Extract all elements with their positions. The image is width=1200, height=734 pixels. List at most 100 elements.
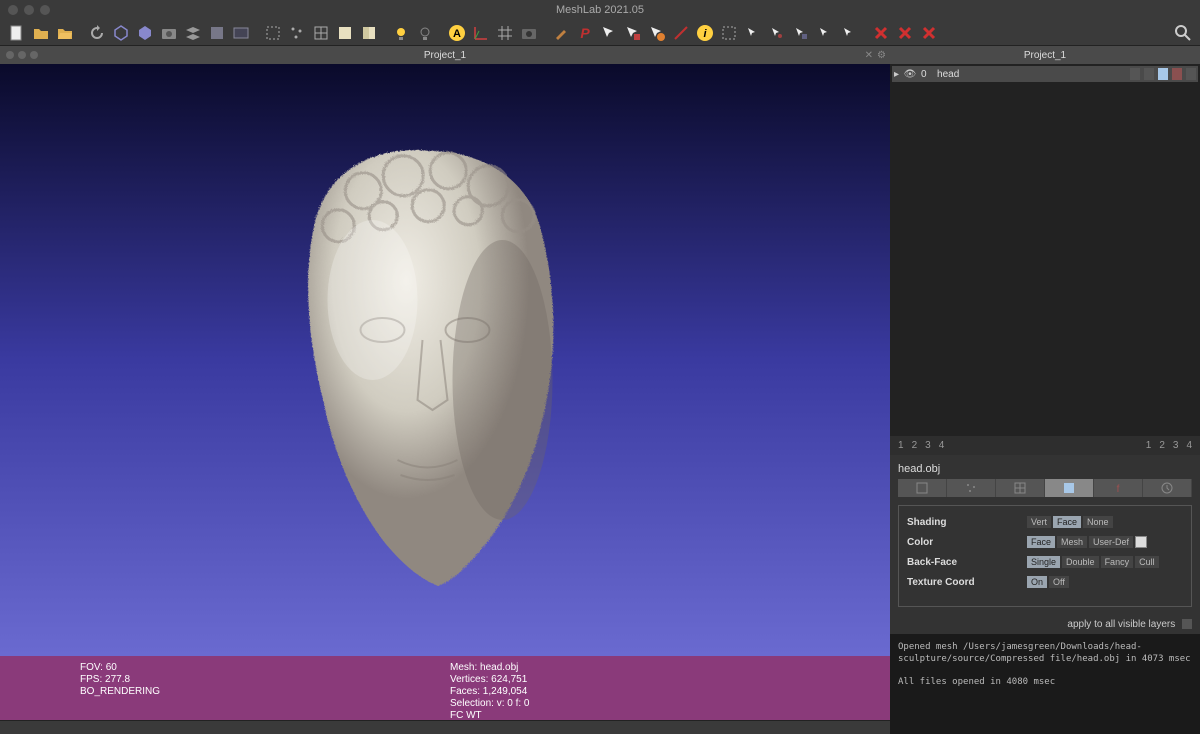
delete-x1-button[interactable]: [870, 22, 892, 44]
apply-all-checkbox[interactable]: [1182, 619, 1192, 629]
smooth-shading-button[interactable]: [358, 22, 380, 44]
pager-r3[interactable]: 3: [1173, 440, 1179, 451]
mode-tab-3[interactable]: [996, 479, 1045, 497]
svg-text:f: f: [1117, 484, 1120, 495]
log-panel: Opened mesh /Users/jamesgreen/Downloads/…: [890, 634, 1200, 734]
arrow-1-button[interactable]: [742, 22, 764, 44]
search-button[interactable]: [1172, 22, 1194, 44]
paint-button[interactable]: [550, 22, 572, 44]
mode-tab-6[interactable]: [1143, 479, 1192, 497]
layer-chip-1[interactable]: [1130, 68, 1140, 80]
shading-face[interactable]: Face: [1053, 516, 1081, 528]
flat-shading-button[interactable]: [334, 22, 356, 44]
new-project-button[interactable]: [6, 22, 28, 44]
grid-button[interactable]: [494, 22, 516, 44]
mode-tab-4[interactable]: [1045, 479, 1094, 497]
mode-tab-2[interactable]: [947, 479, 996, 497]
app-titlebar: MeshLab 2021.05: [0, 0, 1200, 20]
info-button[interactable]: i: [694, 22, 716, 44]
pager-l4[interactable]: 4: [939, 440, 945, 451]
mesh-render[interactable]: [253, 120, 603, 600]
pager-r1[interactable]: 1: [1146, 440, 1152, 451]
viewport-header[interactable]: Project_1 ✕⚙: [0, 46, 890, 64]
label-a-button[interactable]: A: [446, 22, 468, 44]
color-swatch[interactable]: [1135, 536, 1147, 548]
layer-dialog-button[interactable]: [230, 22, 252, 44]
color-mesh[interactable]: Mesh: [1057, 536, 1087, 548]
layer-pager: 1 2 3 4 1 2 3 4: [890, 436, 1200, 455]
shading-none[interactable]: None: [1083, 516, 1113, 528]
snapshot-button[interactable]: [158, 22, 180, 44]
side-header[interactable]: Project_1: [890, 46, 1200, 64]
pager-r2[interactable]: 2: [1159, 440, 1165, 451]
side-panel: Project_1 ▸ 👁 0 head 1 2 3 4: [890, 46, 1200, 734]
layer-row[interactable]: ▸ 👁 0 head: [892, 66, 1198, 82]
arrow-5-button[interactable]: [838, 22, 860, 44]
texcoord-label: Texture Coord: [907, 577, 1027, 588]
svg-text:A: A: [453, 28, 461, 40]
open-folder-button[interactable]: [30, 22, 52, 44]
export-mesh-button[interactable]: [134, 22, 156, 44]
color-face[interactable]: Face: [1027, 536, 1055, 548]
gear-icon[interactable]: ⚙: [877, 50, 886, 61]
minimize-window[interactable]: [24, 5, 34, 15]
select-vertex-button[interactable]: [598, 22, 620, 44]
backface-double[interactable]: Double: [1062, 556, 1099, 568]
main-toolbar: A P i: [0, 20, 1200, 46]
reload-button[interactable]: [86, 22, 108, 44]
points-button[interactable]: [286, 22, 308, 44]
window-controls[interactable]: [8, 5, 50, 15]
visibility-icon[interactable]: 👁: [903, 69, 917, 80]
viewport-3d[interactable]: [0, 64, 890, 656]
arrow-2-button[interactable]: [766, 22, 788, 44]
maximize-window[interactable]: [40, 5, 50, 15]
layer-chip-3[interactable]: [1158, 68, 1168, 80]
pager-l3[interactable]: 3: [925, 440, 931, 451]
layer-chip-2[interactable]: [1144, 68, 1154, 80]
status-mid: Mesh: head.obj Vertices: 624,751 Faces: …: [440, 660, 540, 716]
texcoord-on[interactable]: On: [1027, 576, 1047, 588]
texcoord-off[interactable]: Off: [1049, 576, 1069, 588]
close-window[interactable]: [8, 5, 18, 15]
pin-icon[interactable]: ✕: [865, 50, 873, 61]
measure-button[interactable]: [670, 22, 692, 44]
open-folder-alt-button[interactable]: [54, 22, 76, 44]
apply-all-row[interactable]: apply to all visible layers: [890, 615, 1200, 634]
select-connected-button[interactable]: [646, 22, 668, 44]
layers-button[interactable]: [182, 22, 204, 44]
axis-button[interactable]: [470, 22, 492, 44]
light-on-button[interactable]: [390, 22, 412, 44]
backface-cull[interactable]: Cull: [1135, 556, 1159, 568]
raster-button[interactable]: [206, 22, 228, 44]
backface-single[interactable]: Single: [1027, 556, 1060, 568]
delete-x2-button[interactable]: [894, 22, 916, 44]
layer-chip-5[interactable]: [1186, 68, 1196, 80]
mode-tab-5[interactable]: f: [1094, 479, 1143, 497]
pager-l2[interactable]: 2: [912, 440, 918, 451]
arrow-3-button[interactable]: [790, 22, 812, 44]
bbox-button[interactable]: [262, 22, 284, 44]
pick-points-button[interactable]: P: [574, 22, 596, 44]
horizontal-scrollbar[interactable]: [0, 720, 890, 734]
select-face-button[interactable]: [622, 22, 644, 44]
import-mesh-button[interactable]: [110, 22, 132, 44]
render-mode-tabs: f: [898, 479, 1192, 497]
pager-l1[interactable]: 1: [898, 440, 904, 451]
layer-list: ▸ 👁 0 head: [890, 64, 1200, 114]
arrow-4-button[interactable]: [814, 22, 836, 44]
camera-button[interactable]: [518, 22, 540, 44]
viewport-panel: Project_1 ✕⚙: [0, 46, 890, 734]
wireframe-button[interactable]: [310, 22, 332, 44]
viewport-statusbar: FOV: 60 FPS: 277.8 BO_RENDERING Mesh: he…: [0, 656, 890, 720]
backface-fancy[interactable]: Fancy: [1101, 556, 1134, 568]
light-off-button[interactable]: [414, 22, 436, 44]
delete-x3-button[interactable]: [918, 22, 940, 44]
expand-icon[interactable]: ▸: [894, 69, 899, 80]
select-rect-button[interactable]: [718, 22, 740, 44]
mode-tab-1[interactable]: [898, 479, 947, 497]
layer-chip-4[interactable]: [1172, 68, 1182, 80]
shading-vert[interactable]: Vert: [1027, 516, 1051, 528]
color-userdef[interactable]: User-Def: [1089, 536, 1133, 548]
pager-r4[interactable]: 4: [1186, 440, 1192, 451]
properties-panel: head.obj f Shading Vert Face None: [890, 455, 1200, 615]
